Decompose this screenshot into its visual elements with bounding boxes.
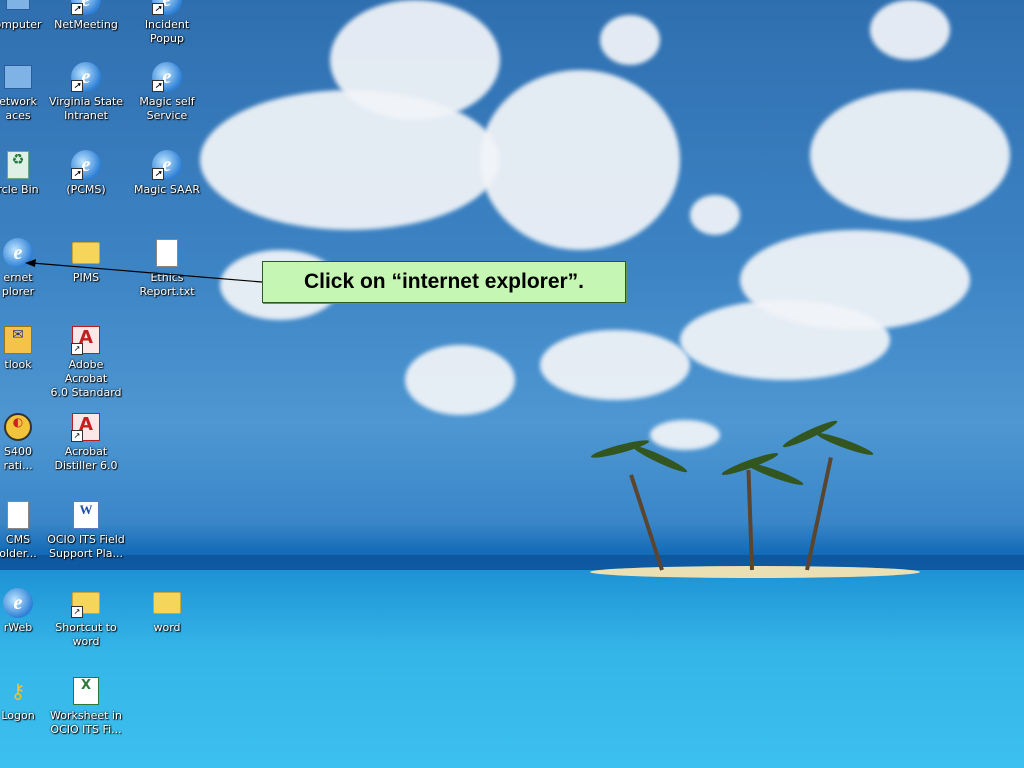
- desktop: omputer etwork aces ♻ rcle Bin e ernet p…: [0, 0, 1024, 768]
- callout-text: Click on “internet explorer”.: [303, 270, 585, 293]
- instruction-callout: Click on “internet explorer”.: [262, 261, 626, 303]
- callout-arrow: [25, 259, 263, 283]
